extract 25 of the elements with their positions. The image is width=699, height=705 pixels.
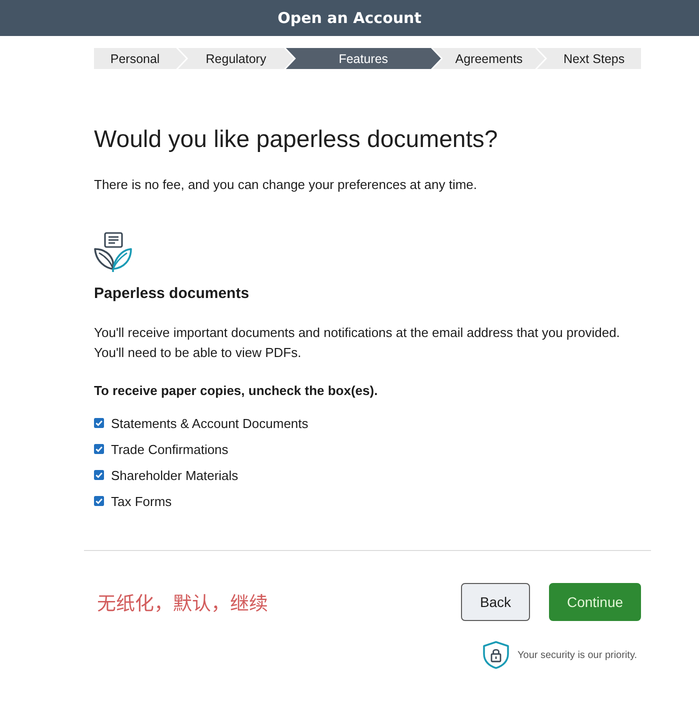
checkbox-label[interactable]: Trade Confirmations [111, 442, 228, 456]
security-note: Your security is our priority. [518, 650, 637, 660]
shield-lock-icon [482, 641, 508, 669]
checkbox[interactable] [94, 444, 104, 454]
progress-step: Next Steps [537, 48, 642, 69]
checkbox[interactable] [94, 418, 104, 428]
instruction: To receive paper copies, uncheck the box(es). [94, 382, 379, 400]
checkbox[interactable] [94, 496, 104, 506]
checkbox-label[interactable]: Shareholder Materials [111, 468, 238, 482]
progress-step: Personal [94, 48, 186, 69]
window-title: Open an Account [278, 9, 422, 27]
section-title: Paperless documents [94, 284, 250, 304]
checkbox-label[interactable]: Tax Forms [111, 494, 172, 508]
description: You'll receive important documents and notifications at the email address that you provided. You'll need to be able to view PDFs. [94, 324, 621, 362]
leaf-document-icon [94, 232, 132, 272]
checkbox-label[interactable]: Statements & Account Documents [111, 416, 308, 430]
checkbox[interactable] [94, 470, 104, 480]
annotation: 无纸化，默认，继续 [97, 588, 268, 616]
progress-step: Agreements [432, 48, 546, 69]
back-button[interactable]: Back [461, 583, 530, 621]
progress-step: Features [286, 48, 441, 69]
continue-button[interactable]: Continue [549, 583, 641, 621]
page-heading: Would you like paperless documents? [94, 125, 499, 155]
progress-step: Regulatory [178, 48, 294, 69]
subtitle: There is no fee, and you can change your preferences at any time. [94, 176, 478, 194]
